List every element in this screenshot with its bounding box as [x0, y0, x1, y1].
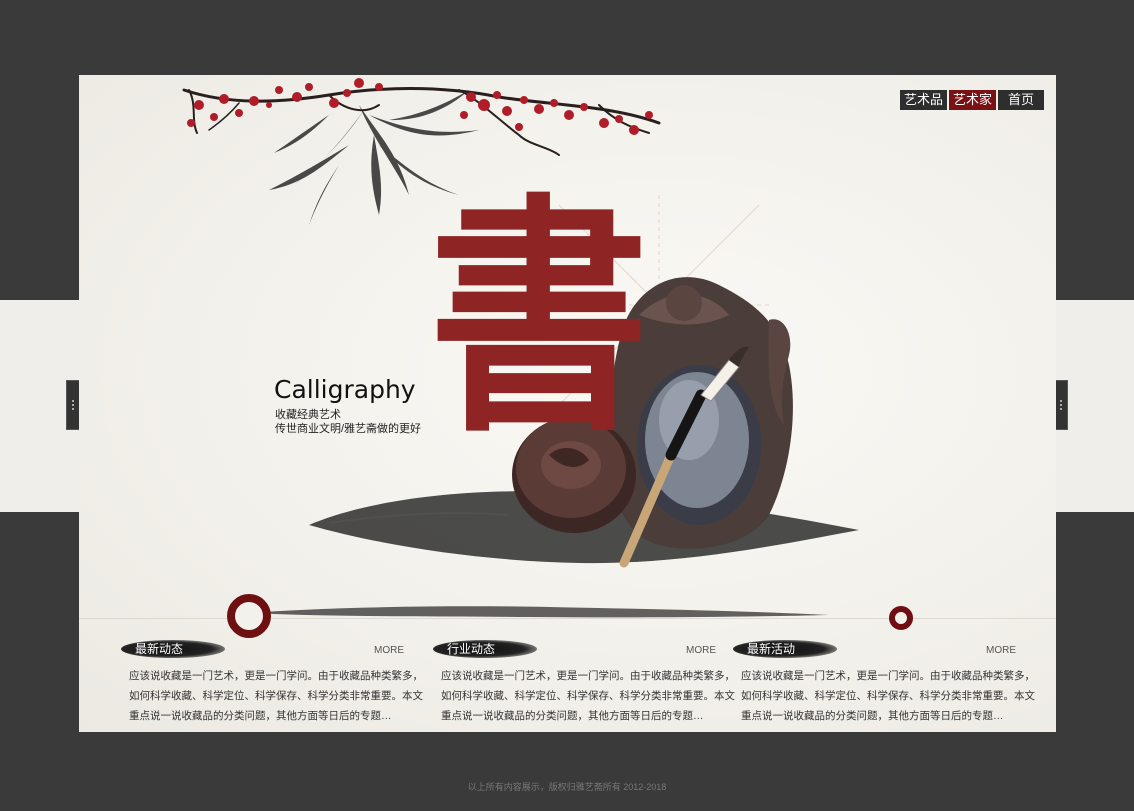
column-text: 应该说收藏是一门艺术，更是一门学问。由于收藏品种类繁多， 如何科学收藏、科学定位…: [433, 666, 735, 726]
news-column-latest: 最新动态 MORE 应该说收藏是一门艺术，更是一门学问。由于收藏品种类繁多， 如…: [121, 638, 423, 726]
text-line: 重点说一说收藏品的分类问题，其他方面等日后的专题…: [741, 710, 1004, 722]
text-line: 应该说收藏是一门艺术，更是一门学问。由于收藏品种类繁多，: [741, 670, 1035, 682]
footer-copyright: 以上所有内容展示，版权归雅艺斋所有 2012-2018: [467, 782, 667, 792]
column-title: 行业动态: [447, 642, 496, 656]
main-card: 書 艺术品 艺术家 首页 Calligraphy 收藏经典艺术 传世商业文明/雅…: [79, 75, 1056, 732]
nav-item-artists[interactable]: 艺术家: [948, 90, 996, 110]
column-title: 最新动态: [135, 642, 184, 656]
hero-subtitle-2: 传世商业文明/雅艺斋做的更好: [275, 423, 422, 435]
text-line: 重点说一说收藏品的分类问题，其他方面等日后的专题…: [129, 710, 392, 722]
text-line: 应该说收藏是一门艺术，更是一门学问。由于收藏品种类繁多，: [441, 670, 735, 682]
more-link[interactable]: MORE: [374, 645, 404, 656]
text-line: 如何科学收藏、科学定位、科学保存、科学分类非常重要。本文: [441, 690, 735, 702]
nav-item-artworks[interactable]: 艺术品: [899, 90, 947, 110]
prev-slide-handle[interactable]: [66, 380, 80, 430]
top-nav: 艺术品 艺术家 首页: [899, 90, 1044, 110]
column-text: 应该说收藏是一门艺术，更是一门学问。由于收藏品种类繁多， 如何科学收藏、科学定位…: [121, 666, 423, 726]
calligraphy-character: 書: [429, 171, 649, 465]
column-text: 应该说收藏是一门艺术，更是一门学问。由于收藏品种类繁多， 如何科学收藏、科学定位…: [733, 666, 1035, 726]
news-column-events: 最新活动 MORE 应该说收藏是一门艺术，更是一门学问。由于收藏品种类繁多， 如…: [733, 638, 1035, 726]
more-link[interactable]: MORE: [686, 645, 716, 656]
column-header: 最新活动 MORE: [733, 638, 1016, 660]
column-header: 最新动态 MORE: [121, 638, 404, 660]
nav-item-home[interactable]: 首页: [997, 90, 1044, 110]
hero-title: Calligraphy: [274, 375, 416, 404]
more-link[interactable]: MORE: [986, 645, 1016, 656]
slide-indicator-large[interactable]: [227, 594, 271, 638]
column-header: 行业动态 MORE: [433, 638, 716, 660]
news-column-industry: 行业动态 MORE 应该说收藏是一门艺术，更是一门学问。由于收藏品种类繁多， 如…: [433, 638, 735, 726]
text-line: 应该说收藏是一门艺术，更是一门学问。由于收藏品种类繁多，: [129, 670, 423, 682]
slide-indicator-small[interactable]: [889, 606, 913, 630]
text-line: 如何科学收藏、科学定位、科学保存、科学分类非常重要。本文: [129, 690, 423, 702]
column-title: 最新活动: [747, 642, 796, 656]
next-slide-handle[interactable]: [1054, 380, 1068, 430]
text-line: 重点说一说收藏品的分类问题，其他方面等日后的专题…: [441, 710, 704, 722]
text-line: 如何科学收藏、科学定位、科学保存、科学分类非常重要。本文: [741, 690, 1035, 702]
